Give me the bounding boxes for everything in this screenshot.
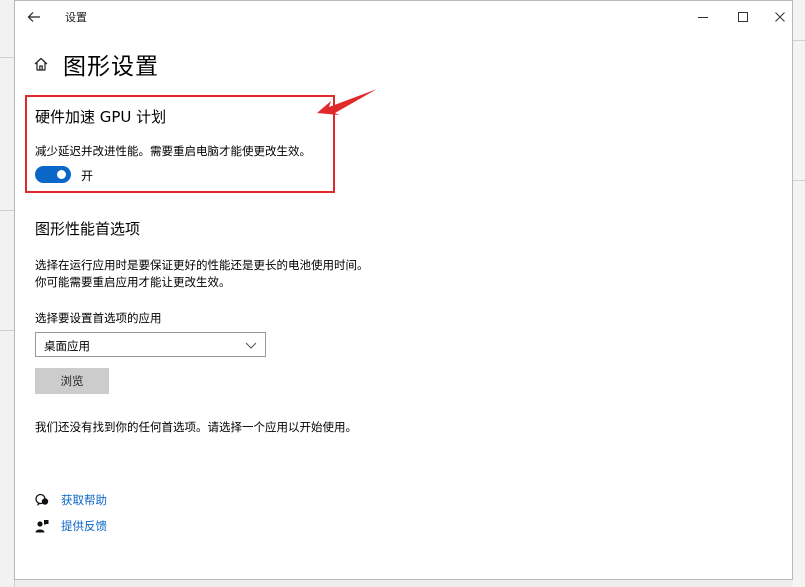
page-title: 图形设置	[63, 54, 159, 80]
app-type-select[interactable]: 桌面应用	[35, 332, 266, 357]
settings-window: 设置 图形设置 硬件加速 GPU 计划 减少延迟并改进性能。需要重启电脑才能使更…	[14, 0, 793, 580]
window-title: 设置	[65, 11, 87, 24]
background-window-right	[793, 0, 805, 587]
app-type-selected-value: 桌面应用	[44, 339, 90, 353]
background-divider	[0, 57, 14, 58]
arrow-left-icon	[27, 12, 40, 22]
gpu-scheduling-description: 减少延迟并改进性能。需要重启电脑才能使更改生效。	[35, 144, 311, 158]
background-divider	[0, 330, 14, 331]
graphics-preference-title: 图形性能首选项	[35, 220, 141, 238]
toggle-state-label: 开	[81, 169, 94, 183]
background-divider	[793, 180, 805, 181]
empty-preferences-message: 我们还没有找到你的任何首选项。请选择一个应用以开始使用。	[35, 420, 357, 434]
feedback-link[interactable]: 提供反馈	[35, 518, 107, 534]
choose-app-label: 选择要设置首选项的应用	[35, 311, 162, 325]
gpu-scheduling-toggle[interactable]	[35, 166, 71, 183]
annotation-arrow-icon	[317, 89, 377, 115]
background-window-left	[0, 0, 15, 587]
graphics-preference-description: 选择在运行应用时是要保证更好的性能还是更长的电池使用时间。 你可能需要重启应用才…	[35, 257, 369, 291]
background-divider	[0, 210, 14, 211]
toggle-knob	[57, 170, 66, 179]
page-header: 图形设置	[33, 49, 159, 80]
minimize-icon	[698, 17, 708, 18]
chat-help-icon	[35, 493, 49, 506]
minimize-button[interactable]	[685, 1, 721, 33]
get-help-label: 获取帮助	[61, 493, 107, 507]
get-help-link[interactable]: 获取帮助	[35, 492, 107, 508]
close-icon	[775, 12, 785, 22]
maximize-button[interactable]	[725, 1, 761, 33]
browse-button[interactable]: 浏览	[35, 368, 109, 394]
maximize-icon	[738, 12, 748, 22]
close-button[interactable]	[762, 1, 798, 33]
chevron-down-icon	[245, 342, 257, 349]
feedback-person-icon	[35, 520, 49, 533]
description-line: 你可能需要重启应用才能让更改生效。	[35, 275, 231, 289]
feedback-label: 提供反馈	[61, 519, 107, 533]
title-bar: 设置	[15, 1, 794, 33]
home-icon[interactable]	[33, 56, 49, 72]
description-line: 选择在运行应用时是要保证更好的性能还是更长的电池使用时间。	[35, 258, 369, 272]
gpu-scheduling-title: 硬件加速 GPU 计划	[35, 108, 167, 126]
back-button[interactable]	[21, 6, 47, 28]
background-divider	[793, 40, 805, 41]
